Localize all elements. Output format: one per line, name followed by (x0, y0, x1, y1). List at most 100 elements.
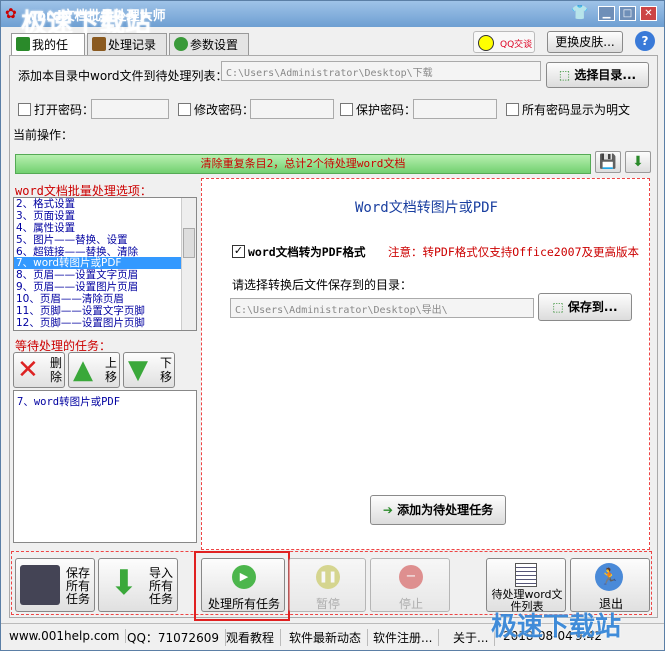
status-register-link[interactable]: 软件注册... (373, 629, 440, 646)
pdf-note: 注意：转PDF格式仅支持Office2007及更高版本 (388, 245, 640, 259)
option-item[interactable]: 11、页脚——设置文字页脚 (14, 305, 196, 317)
change-skin-button[interactable]: 更换皮肤... (547, 31, 623, 53)
pending-files-button[interactable]: 待处理word文件列表 (486, 558, 566, 613)
status-about-link[interactable]: 关于... (453, 629, 496, 646)
option-item[interactable]: 12、页脚——设置图片页脚 (14, 317, 196, 329)
progress-bar: 清除重复条目2，总计2个待处理word文档 (15, 154, 591, 174)
qq-chat-button[interactable]: QQ交谈 (473, 31, 535, 53)
briefcase-icon (92, 37, 106, 51)
choose-dir-label: 选择目录... (574, 68, 637, 82)
import-all-tasks-button[interactable]: ⬇ 导入所有任务 (98, 558, 178, 612)
pause-button[interactable]: ❚❚ 暂停 (288, 558, 366, 612)
save-to-label: 保存到... (567, 300, 618, 314)
show-plain-label: 所有密码显示为明文 (522, 103, 631, 117)
save-all-tasks-button[interactable]: 保存所有任务 (15, 558, 95, 612)
save-dir-label: 请选择转换后文件保存到的目录： (232, 278, 413, 292)
options-scrollbar[interactable] (181, 198, 196, 330)
delete-x-icon: ✕ (17, 355, 39, 385)
exit-button[interactable]: 🏃 退出 (570, 558, 650, 612)
options-list: 2、格式设置 3、页面设置 4、属性设置 5、图片——替换、设置 6、超链接——替换、清… (14, 198, 196, 329)
tab-label: 处理记录 (108, 38, 157, 52)
stop-icon: − (399, 565, 423, 589)
protect-password-label: 保护密码： (356, 103, 417, 117)
app-logo-icon: ✿ (5, 6, 17, 22)
delete-button[interactable]: ✕ 删除 (13, 352, 65, 388)
close-button[interactable]: ✕ (640, 6, 657, 21)
pending-item[interactable]: 7、word转图片或PDF (17, 394, 193, 409)
status-bar: www.001help.com QQ：71072609 观看教程 软件最新动态 … (1, 623, 664, 650)
add-task-label: 添加为待处理任务 (397, 503, 494, 517)
tree-icon (174, 37, 188, 51)
save-path-field[interactable]: C:\Users\Administrator\Desktop\导出\ (230, 298, 534, 318)
tab-my-tasks[interactable]: 我的任务 (11, 33, 85, 69)
status-tutorial-link[interactable]: 观看教程 (226, 629, 282, 646)
add-task-button[interactable]: ➔ 添加为待处理任务 (370, 495, 506, 525)
status-date: 2018-08-04 (503, 629, 573, 643)
skin-shirt-icon[interactable]: 👕 (571, 6, 588, 21)
tab-history[interactable]: 处理记录 (87, 33, 167, 55)
save-to-button[interactable]: ⬚ 保存到... (538, 293, 632, 321)
stop-button[interactable]: − 停止 (370, 558, 450, 612)
dir-path-field[interactable]: C:\Users\Administrator\Desktop\下载 (221, 61, 541, 81)
app-window: ✿ word文档批量处理大师 极速下载站 👕 ▁ □ ✕ 我的任务 处理记录 参… (0, 0, 665, 651)
option-item[interactable]: 9、页眉——设置图片页眉 (14, 281, 196, 293)
pause-icon: ❚❚ (316, 565, 340, 589)
play-icon: ▶ (232, 565, 256, 589)
folder-icon: ⬚ (558, 68, 571, 82)
status-site-link[interactable]: www.001help.com (9, 629, 127, 643)
tab-label: 参数设置 (190, 38, 239, 52)
arrow-down-icon: ▼ (128, 355, 148, 385)
download-button[interactable]: ⬇ (625, 151, 651, 173)
option-item[interactable]: 7、word转图片或PDF (14, 257, 196, 269)
open-password-input[interactable] (91, 99, 169, 119)
maximize-button[interactable]: □ (619, 6, 636, 21)
option-item[interactable]: 10、页眉——清除页眉 (14, 293, 196, 305)
task-icon (16, 37, 30, 51)
process-all-label: 处理所有任务 (207, 597, 280, 611)
exit-label: 退出 (598, 597, 623, 611)
qq-chat-label: QQ交谈 (500, 40, 533, 50)
process-all-button[interactable]: ▶ 处理所有任务 (201, 558, 285, 612)
tab-settings[interactable]: 参数设置 (169, 33, 249, 55)
pending-list[interactable]: 7、word转图片或PDF (13, 390, 197, 543)
status-news-link[interactable]: 软件最新动态 (289, 629, 369, 646)
status-qq: QQ：71072609 (127, 629, 226, 646)
title-bar: ✿ word文档批量处理大师 极速下载站 👕 ▁ □ ✕ (1, 1, 664, 39)
status-time: 9:42 (575, 629, 602, 643)
modify-password-input[interactable] (250, 99, 334, 119)
help-icon[interactable]: ? (635, 31, 655, 51)
options-listbox[interactable]: 2、格式设置 3、页面设置 4、属性设置 5、图片——替换、设置 6、超链接——替换、清… (13, 197, 197, 331)
option-item[interactable]: 6、超链接——替换、清除 (14, 246, 196, 258)
delete-label: 删除 (50, 356, 63, 384)
option-item[interactable]: 3、页面设置 (14, 210, 196, 222)
add-arrow-icon: ➔ (382, 503, 393, 517)
modify-password-checkbox[interactable] (178, 103, 191, 116)
option-item[interactable]: 5、图片——替换、设置 (14, 234, 196, 246)
protect-password-input[interactable] (413, 99, 497, 119)
move-down-label: 下移 (160, 356, 173, 384)
current-op-label: 当前操作： (13, 128, 74, 142)
pause-label: 暂停 (315, 597, 340, 611)
option-item[interactable]: 4、属性设置 (14, 222, 196, 234)
pending-files-label: 待处理word文件列表 (491, 588, 563, 613)
move-down-button[interactable]: ▼ 下移 (123, 352, 175, 388)
choose-dir-button[interactable]: ⬚ 选择目录... (546, 62, 649, 88)
folder-icon: ⬚ (552, 300, 564, 314)
pdf-checkbox[interactable]: ✓ (232, 245, 245, 258)
show-plain-checkbox[interactable] (506, 103, 519, 116)
move-up-label: 上移 (105, 356, 118, 384)
window-title: word文档批量处理大师 (25, 9, 166, 24)
settings-panel: Word文档转图片或PDF ✓ word文档转为PDF格式 注意：转PDF格式仅… (201, 178, 650, 550)
minimize-button[interactable]: ▁ (598, 6, 615, 21)
modify-password-label: 修改密码： (194, 103, 255, 117)
option-item[interactable]: 2、格式设置 (14, 198, 196, 210)
protect-password-checkbox[interactable] (340, 103, 353, 116)
scroll-thumb[interactable] (183, 228, 195, 258)
move-up-button[interactable]: ▲ 上移 (68, 352, 120, 388)
save-disk-button[interactable]: 💾 (595, 151, 621, 173)
open-password-checkbox[interactable] (18, 103, 31, 116)
save-all-label: 保存所有任务 (66, 566, 91, 606)
option-item[interactable]: 8、页眉——设置文字页眉 (14, 269, 196, 281)
import-arrow-icon: ⬇ (109, 563, 139, 603)
import-all-label: 导入所有任务 (149, 566, 174, 606)
